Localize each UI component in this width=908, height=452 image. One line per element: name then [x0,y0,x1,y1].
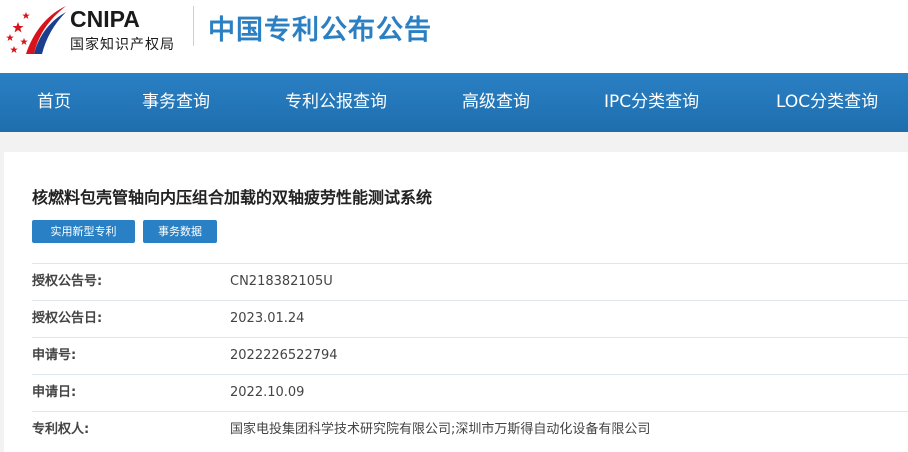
field-row: 申请号: 2022226522794 [32,337,908,374]
transaction-data-button[interactable]: 事务数据 [143,220,217,243]
nav-item-advanced-query[interactable]: 高级查询 [462,73,530,132]
header-divider [193,6,194,46]
field-value: 2022.10.09 [230,385,305,400]
field-label: 授权公告日: [32,311,103,326]
field-row: 专利权人: 国家电投集团科学技术研究院有限公司;深圳市万斯得自动化设备有限公司 [32,411,908,448]
cnipa-emblem-icon [6,6,66,54]
nav-item-ipc-query[interactable]: IPC分类查询 [604,73,699,132]
field-row: 授权公告号: CN218382105U [32,263,908,300]
field-row: 授权公告日: 2023.01.24 [32,300,908,337]
field-label: 申请日: [32,385,77,400]
nav-item-home[interactable]: 首页 [37,73,71,132]
field-value: 2023.01.24 [230,311,305,326]
nav-item-transaction-query[interactable]: 事务查询 [142,73,210,132]
site-header: CNIPA 国家知识产权局 中国专利公布公告 [0,0,908,73]
main-nav: 首页 事务查询 专利公报查询 高级查询 IPC分类查询 LOC分类查询 [0,73,908,132]
field-label: 申请号: [32,348,77,363]
patent-detail-panel: 核燃料包壳管轴向内压组合加载的双轴疲劳性能测试系统 实用新型专利 事务数据 授权… [4,152,908,452]
field-label: 专利权人: [32,422,90,437]
field-label: 授权公告号: [32,274,103,289]
field-value: 2022226522794 [230,348,338,363]
utility-model-tag-button[interactable]: 实用新型专利 [32,220,135,243]
field-value: CN218382105U [230,274,333,289]
logo-chinese-text: 国家知识产权局 [70,37,175,53]
patent-title: 核燃料包壳管轴向内压组合加载的双轴疲劳性能测试系统 [32,188,433,207]
field-value: 国家电投集团科学技术研究院有限公司;深圳市万斯得自动化设备有限公司 [230,422,651,437]
logo-english-text: CNIPA [70,6,140,32]
patent-fields: 授权公告号: CN218382105U 授权公告日: 2023.01.24 申请… [32,263,908,448]
nav-item-loc-query[interactable]: LOC分类查询 [776,73,878,132]
field-row: 申请日: 2022.10.09 [32,374,908,411]
site-title: 中国专利公布公告 [208,15,432,46]
nav-item-gazette-query[interactable]: 专利公报查询 [285,73,387,132]
cnipa-logo[interactable]: CNIPA 国家知识产权局 [4,2,194,60]
